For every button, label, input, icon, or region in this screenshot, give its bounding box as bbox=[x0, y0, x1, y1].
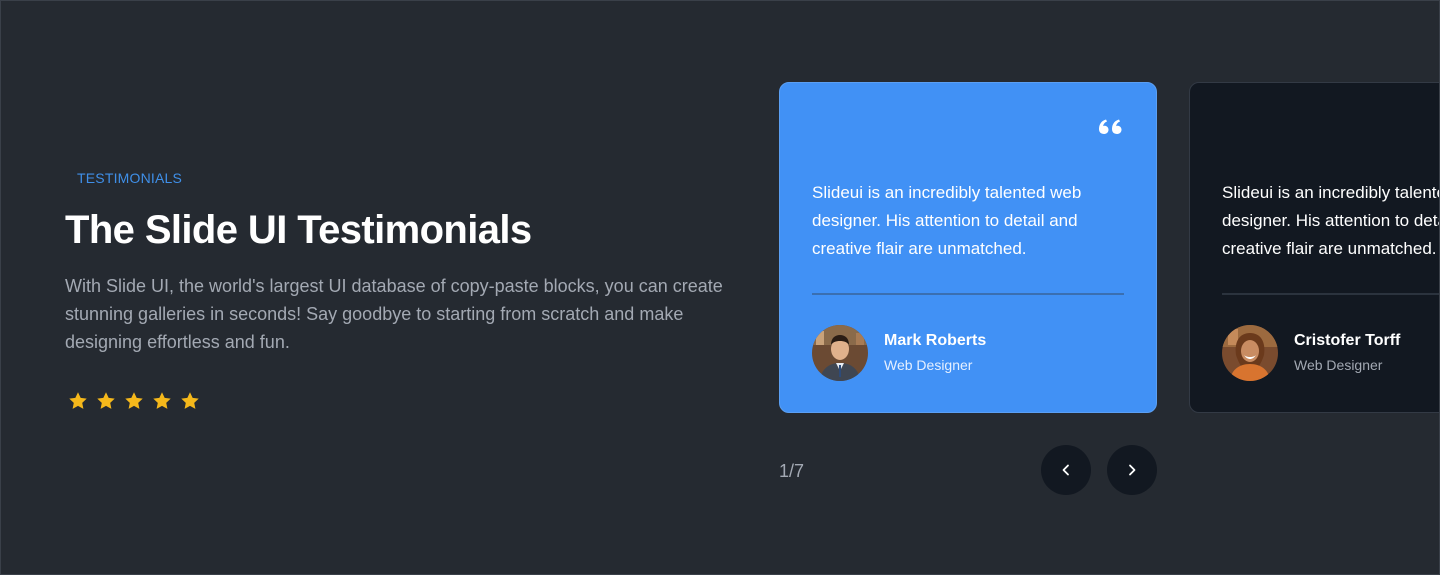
author-details: Cristofer Torff Web Designer bbox=[1294, 330, 1400, 376]
section-eyebrow: TESTIMONIALS bbox=[77, 170, 183, 186]
card-divider bbox=[812, 293, 1124, 295]
star-rating bbox=[67, 390, 725, 412]
star-icon bbox=[181, 392, 199, 409]
slide-counter: 1/7 bbox=[779, 461, 805, 481]
author-name: Mark Roberts bbox=[884, 332, 987, 349]
chevron-right-icon bbox=[1129, 464, 1136, 476]
testimonial-author: Mark Roberts Web Designer bbox=[812, 325, 986, 381]
card-divider bbox=[1222, 293, 1439, 295]
testimonial-card: Slideui is an incredibly talented web de… bbox=[779, 82, 1157, 413]
section-description: With Slide UI, the world's largest UI da… bbox=[65, 276, 723, 352]
author-details: Mark Roberts Web Designer bbox=[884, 330, 986, 376]
previous-slide-button[interactable] bbox=[1041, 445, 1091, 495]
testimonial-quote: Slideui is an incredibly talented web de… bbox=[812, 183, 1082, 258]
quote-icon bbox=[1099, 119, 1122, 134]
author-role: Web Designer bbox=[884, 357, 973, 373]
testimonial-author: Cristofer Torff Web Designer bbox=[1222, 325, 1400, 381]
avatar bbox=[1222, 325, 1278, 381]
testimonials-section: TESTIMONIALS The Slide UI Testimonials W… bbox=[0, 0, 1440, 575]
star-icon bbox=[153, 392, 171, 409]
avatar bbox=[812, 325, 868, 381]
section-title: The Slide UI Testimonials bbox=[65, 208, 532, 252]
star-icon bbox=[69, 392, 87, 409]
section-intro: TESTIMONIALS The Slide UI Testimonials W… bbox=[65, 169, 725, 412]
author-role: Web Designer bbox=[1294, 357, 1383, 373]
testimonial-quote: Slideui is an incredibly talented web de… bbox=[1222, 183, 1439, 258]
testimonial-card: Slideui is an incredibly talented web de… bbox=[1189, 82, 1439, 413]
star-icon bbox=[125, 392, 143, 409]
chevron-left-icon bbox=[1062, 464, 1069, 476]
next-slide-button[interactable] bbox=[1107, 445, 1157, 495]
author-name: Cristofer Torff bbox=[1294, 332, 1401, 349]
star-icon bbox=[97, 392, 115, 409]
